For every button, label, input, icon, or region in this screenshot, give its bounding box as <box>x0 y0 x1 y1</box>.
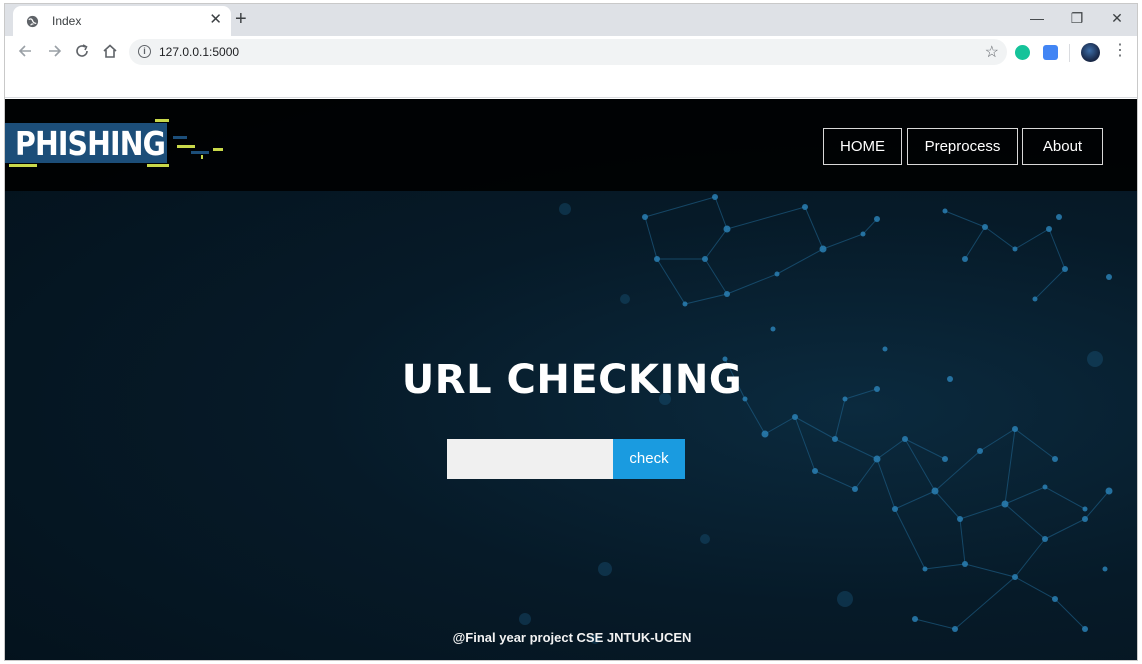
browser-tab[interactable]: Index ✕ <box>13 6 231 36</box>
tab-strip: Index ✕ + — ❐ ✕ <box>5 4 1137 36</box>
logo-accent-icon <box>9 119 223 167</box>
check-button[interactable]: check <box>613 439 685 479</box>
restore-icon[interactable]: ❐ <box>1067 10 1087 26</box>
toolbar-divider <box>1069 44 1070 62</box>
window-close-icon[interactable]: ✕ <box>1107 10 1127 26</box>
globe-icon <box>26 15 39 28</box>
nav-about-button[interactable]: About <box>1022 128 1103 165</box>
nav-preprocess-button[interactable]: Preprocess <box>907 128 1018 165</box>
star-icon[interactable]: ☆ <box>985 42 999 62</box>
grammarly-icon[interactable] <box>1015 45 1030 60</box>
reload-icon[interactable] <box>73 42 91 60</box>
site-header: PHISHING HOME Preprocess About <box>5 99 1137 191</box>
tab-title: Index <box>52 14 82 28</box>
info-icon[interactable]: i <box>138 45 151 58</box>
page-viewport: PHISHING HOME Preprocess About URL CHECK… <box>5 99 1137 661</box>
profile-icon[interactable] <box>1081 43 1100 62</box>
browser-toolbar: i 127.0.0.1:5000 ☆ <box>5 36 1137 68</box>
address-bar[interactable]: i 127.0.0.1:5000 ☆ <box>129 39 1007 65</box>
footer-text: @Final year project CSE JNTUK-UCEN <box>452 630 692 645</box>
browser-window: Index ✕ + — ❐ ✕ i 127.0.0.1:5000 ☆ ⋮ PHI… <box>4 3 1138 661</box>
tab-close-icon[interactable]: ✕ <box>209 12 222 28</box>
menu-icon[interactable]: ⋮ <box>1112 43 1128 59</box>
translate-icon[interactable] <box>1043 45 1058 60</box>
new-tab-icon[interactable]: + <box>235 8 247 30</box>
url-input[interactable] <box>447 439 615 479</box>
toolbar-spacer <box>5 68 1137 98</box>
logo[interactable]: PHISHING <box>5 119 235 171</box>
nav-home-button[interactable]: HOME <box>823 128 902 165</box>
url-text: 127.0.0.1:5000 <box>159 45 240 59</box>
home-icon[interactable] <box>101 42 119 60</box>
page-title: URL CHECKING <box>401 357 743 403</box>
horizontal-scrollbar[interactable] <box>47 660 353 661</box>
forward-icon[interactable] <box>45 42 63 60</box>
back-icon[interactable] <box>17 42 35 60</box>
minimize-icon[interactable]: — <box>1027 10 1047 26</box>
